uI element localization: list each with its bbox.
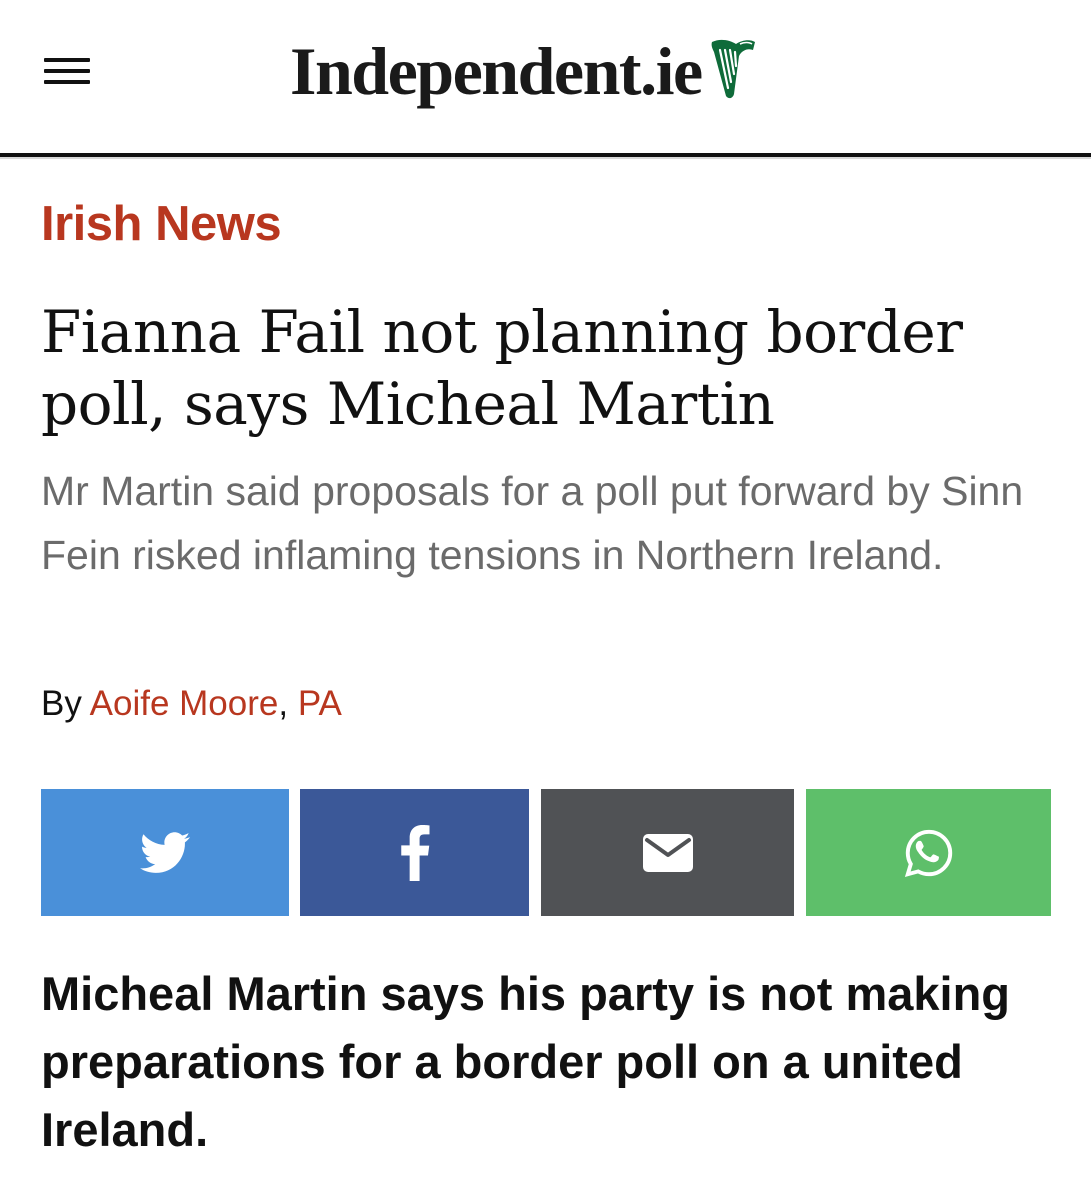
logo-wordmark: Independent.ie <box>290 32 703 109</box>
hamburger-menu-icon[interactable] <box>38 52 98 92</box>
twitter-icon <box>140 831 190 873</box>
menu-line <box>44 58 90 62</box>
byline-separator: , <box>278 684 298 723</box>
article-headline: Fianna Fail not planning border poll, sa… <box>41 298 963 438</box>
harp-icon <box>711 39 755 99</box>
article-lede: Micheal Martin says his party is not mak… <box>41 967 1011 1156</box>
article-standfirst: Mr Martin said proposals for a poll put … <box>41 468 1024 578</box>
email-icon <box>642 833 693 872</box>
menu-line <box>44 80 90 84</box>
menu-line <box>44 69 90 73</box>
byline-prefix: By <box>41 684 90 723</box>
share-email-button[interactable] <box>541 789 794 916</box>
site-header: Independent.ie <box>0 0 1091 160</box>
section-label[interactable]: Irish News <box>41 196 282 252</box>
share-bar <box>41 789 1051 916</box>
facebook-icon <box>400 824 430 881</box>
whatsapp-icon <box>904 829 952 877</box>
site-logo[interactable]: Independent.ie <box>290 26 758 116</box>
author-link[interactable]: Aoife Moore <box>90 684 279 723</box>
agency-link[interactable]: PA <box>298 684 342 723</box>
header-divider-shadow <box>0 157 1091 159</box>
share-twitter-button[interactable] <box>41 789 289 916</box>
share-whatsapp-button[interactable] <box>806 789 1051 916</box>
share-facebook-button[interactable] <box>300 789 529 916</box>
article-byline: By Aoife Moore, PA <box>41 684 342 724</box>
